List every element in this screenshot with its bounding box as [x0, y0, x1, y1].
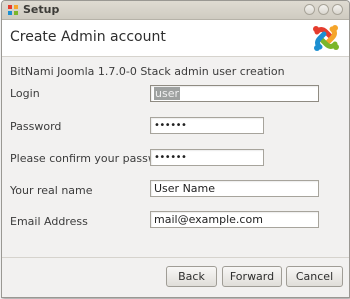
back-button[interactable]: Back	[166, 266, 217, 287]
title-bar[interactable]: Setup	[2, 1, 349, 20]
password-input[interactable]: ••••••	[150, 117, 264, 134]
close-icon[interactable]	[332, 4, 343, 15]
password-label: Password	[10, 120, 62, 133]
login-input[interactable]: user	[150, 85, 319, 102]
cancel-button[interactable]: Cancel	[286, 266, 343, 287]
confirm-password-input[interactable]: ••••••	[150, 149, 264, 166]
login-label: Login	[10, 87, 40, 100]
minimize-icon[interactable]	[304, 4, 315, 15]
email-label: Email Address	[10, 215, 88, 228]
window-title: Setup	[23, 3, 60, 16]
confirm-password-value: ••••••	[154, 152, 187, 163]
login-value: user	[154, 87, 180, 100]
page-header: Create Admin account	[2, 20, 349, 57]
page-subtitle: BitNami Joomla 1.7.0-0 Stack admin user …	[10, 65, 285, 78]
joomla-logo-icon	[313, 25, 339, 51]
email-input[interactable]: mail@example.com	[150, 211, 319, 228]
joomla-app-icon	[8, 5, 18, 15]
setup-window: Setup Create Admin account BitNami Jooml…	[1, 0, 350, 298]
maximize-icon[interactable]	[318, 4, 329, 15]
password-value: ••••••	[154, 120, 187, 131]
real-name-label: Your real name	[10, 184, 93, 197]
forward-button[interactable]: Forward	[222, 266, 282, 287]
email-value: mail@example.com	[154, 213, 263, 226]
real-name-value: User Name	[154, 182, 216, 195]
page-title: Create Admin account	[10, 29, 166, 45]
real-name-input[interactable]: User Name	[150, 180, 319, 197]
